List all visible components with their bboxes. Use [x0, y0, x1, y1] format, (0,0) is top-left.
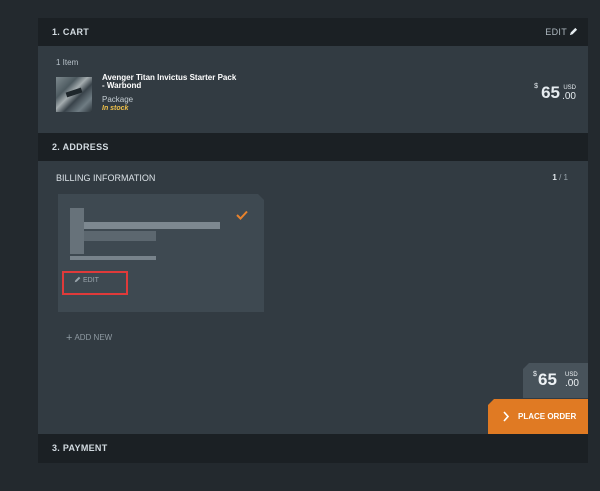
- item-price: $ 65 USD .00: [534, 83, 576, 103]
- billing-title: BILLING INFORMATION: [56, 173, 156, 183]
- redacted-address-line: [84, 222, 220, 229]
- pencil-icon: [569, 27, 578, 36]
- price-cents: .00: [562, 91, 576, 102]
- product-name[interactable]: Avenger Titan Invictus Starter Pack - Wa…: [102, 74, 237, 90]
- cart-edit-button[interactable]: EDIT: [545, 18, 578, 46]
- pager-separator: /: [559, 173, 562, 182]
- total-cents: .00: [565, 378, 579, 389]
- redacted-address-line: [70, 256, 156, 260]
- address-section-title: 2. ADDRESS: [52, 142, 109, 152]
- cart-edit-label: EDIT: [545, 27, 567, 37]
- chevron-right-icon: [503, 411, 510, 422]
- plus-icon: +: [66, 332, 73, 344]
- cart-section-title: 1. CART: [52, 27, 90, 37]
- cart-body: 1 Item Avenger Titan Invictus Starter Pa…: [38, 46, 588, 133]
- stock-status: In stock: [102, 105, 129, 112]
- total-amount: 65: [538, 370, 557, 389]
- cart-item-count: 1 Item: [56, 58, 79, 67]
- redacted-address-block: [70, 208, 84, 254]
- total-price: $ 65 USD .00: [533, 370, 579, 390]
- add-new-address-button[interactable]: + ADD NEW: [66, 332, 112, 344]
- checkout-panel: 1. CART EDIT 1 Item Avenger Titan Invict…: [38, 18, 588, 463]
- cart-section-header: 1. CART EDIT: [38, 18, 588, 46]
- address-body: BILLING INFORMATION 1 / 1 EDIT + ADD NEW …: [38, 161, 588, 434]
- checkmark-icon: [236, 210, 248, 220]
- place-order-label: PLACE ORDER: [518, 412, 577, 421]
- place-order-button[interactable]: PLACE ORDER: [488, 399, 588, 434]
- address-section-header: 2. ADDRESS: [38, 133, 588, 161]
- edit-highlight-box: [62, 271, 128, 295]
- price-amount: 65: [541, 83, 560, 102]
- redacted-address-line: [84, 231, 156, 241]
- product-type: Package: [102, 95, 134, 104]
- currency-symbol: $: [534, 83, 538, 90]
- currency-symbol: $: [533, 371, 537, 378]
- add-new-label: ADD NEW: [74, 333, 113, 342]
- payment-section-title: 3. PAYMENT: [52, 443, 108, 453]
- pager-current: 1: [552, 173, 557, 182]
- product-thumbnail: [56, 77, 92, 112]
- address-pager: 1 / 1: [552, 173, 568, 182]
- pager-total: 1: [563, 173, 568, 182]
- order-total: $ 65 USD .00: [523, 363, 588, 398]
- payment-section-header[interactable]: 3. PAYMENT: [38, 434, 588, 463]
